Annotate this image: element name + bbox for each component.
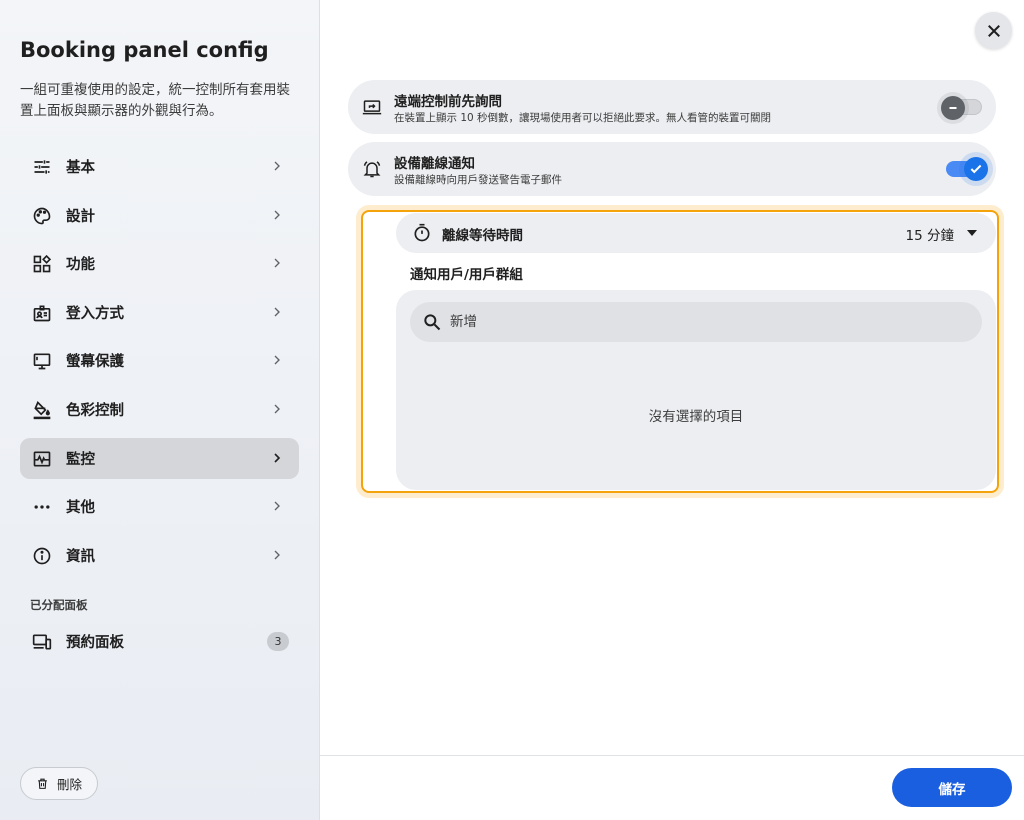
bell-alert-icon [363, 161, 381, 178]
add-user-input[interactable] [450, 302, 950, 342]
delete-button[interactable]: 刪除 [20, 767, 98, 800]
toggle-knob [964, 157, 988, 181]
sidebar-title: Booking panel config [20, 38, 269, 62]
offline-timeout-select[interactable]: 離線等待時間 15 分鐘 [396, 213, 996, 253]
save-button[interactable]: 儲存 [892, 768, 1012, 807]
chevron-right-icon [274, 404, 280, 414]
setting-subtitle: 設備離線時向用戶發送警告電子郵件 [394, 174, 562, 186]
sidebar-item-label: 設計 [66, 209, 95, 225]
sidebar-item-screensaver[interactable]: 螢幕保護 [20, 340, 299, 381]
timer-icon [414, 223, 430, 242]
chevron-right-icon [274, 161, 280, 171]
setting-title: 遠端控制前先詢問 [394, 94, 502, 110]
chevron-right-icon [274, 453, 281, 463]
monitor-icon [32, 351, 52, 371]
sidebar-item-label: 資訊 [66, 549, 95, 565]
screen-share-icon [362, 100, 382, 115]
sidebar-item-color-control[interactable]: 色彩控制 [20, 389, 299, 430]
sidebar-item-label: 色彩控制 [66, 403, 124, 419]
sidebar-item-features[interactable]: 功能 [20, 243, 299, 284]
sidebar-description: 一組可重複使用的設定，統一控制所有套用裝置上面板與顯示器的外觀與行為。 [20, 82, 290, 119]
offline-timeout-label: 離線等待時間 [442, 228, 523, 244]
sidebar-item-label: 預約面板 [66, 635, 124, 651]
chevron-right-icon [274, 258, 280, 268]
info-icon [32, 546, 52, 566]
delete-button-label: 刪除 [56, 777, 82, 792]
chevron-right-icon [274, 210, 280, 220]
chevron-right-icon [274, 307, 280, 317]
sidebar-item-design[interactable]: 設計 [20, 195, 299, 236]
devices-icon [32, 632, 52, 652]
user-picker: 沒有選擇的項目 [396, 290, 996, 490]
sidebar-item-info[interactable]: 資訊 [20, 535, 299, 576]
tune-icon [32, 157, 52, 177]
sidebar-item-label: 功能 [66, 257, 95, 273]
toggle-knob [941, 96, 965, 120]
sidebar-item-monitoring[interactable]: 監控 [20, 438, 299, 479]
sidebar-item-basic[interactable]: 基本 [20, 146, 299, 187]
chevron-right-icon [274, 501, 280, 511]
sidebar-item-label: 基本 [66, 160, 95, 176]
chevron-right-icon [274, 550, 280, 560]
badge-icon [32, 303, 52, 323]
widgets-icon [32, 254, 52, 274]
monitoring-icon [32, 449, 52, 469]
offline-timeout-value: 15 分鐘 [905, 228, 954, 244]
sidebar: Booking panel config 一組可重複使用的設定，統一控制所有套用… [0, 0, 320, 820]
check-icon [970, 164, 982, 174]
palette-icon [32, 206, 52, 226]
close-button[interactable] [975, 12, 1012, 49]
empty-state-text: 沒有選擇的項目 [648, 409, 744, 425]
remote-control-prompt-toggle[interactable] [941, 96, 982, 120]
sidebar-item-label: 螢幕保護 [66, 354, 124, 370]
offline-notification-setting: 設備離線通知 設備離線時向用戶發送警告電子郵件 [348, 142, 996, 196]
count-badge: 3 [267, 632, 289, 651]
more-horiz-icon [32, 497, 52, 517]
sidebar-item-other[interactable]: 其他 [20, 486, 299, 527]
caret-down-icon [967, 230, 977, 236]
search-box [410, 302, 982, 342]
close-icon [987, 24, 1000, 37]
trash-icon [38, 778, 47, 789]
offline-notification-toggle[interactable] [946, 157, 988, 181]
sidebar-item-label: 其他 [66, 500, 95, 516]
assigned-panels-heading: 已分配面板 [30, 598, 88, 612]
setting-title: 設備離線通知 [394, 156, 475, 172]
sidebar-item-booking-panels[interactable]: 預約面板 3 [20, 621, 299, 662]
search-icon [424, 314, 441, 331]
sidebar-item-login[interactable]: 登入方式 [20, 292, 299, 333]
notify-users-heading: 通知用戶/用戶群組 [410, 267, 523, 283]
sidebar-item-label: 登入方式 [66, 306, 124, 322]
paint-bucket-icon [32, 400, 52, 420]
remote-control-prompt-setting: 遠端控制前先詢問 在裝置上顯示 10 秒倒數，讓現場使用者可以拒絕此要求。無人看… [348, 80, 996, 134]
chevron-right-icon [274, 355, 280, 365]
setting-subtitle: 在裝置上顯示 10 秒倒數，讓現場使用者可以拒絕此要求。無人看管的裝置可關閉 [394, 112, 772, 124]
minus-icon [949, 107, 957, 109]
sidebar-item-label: 監控 [66, 452, 95, 468]
